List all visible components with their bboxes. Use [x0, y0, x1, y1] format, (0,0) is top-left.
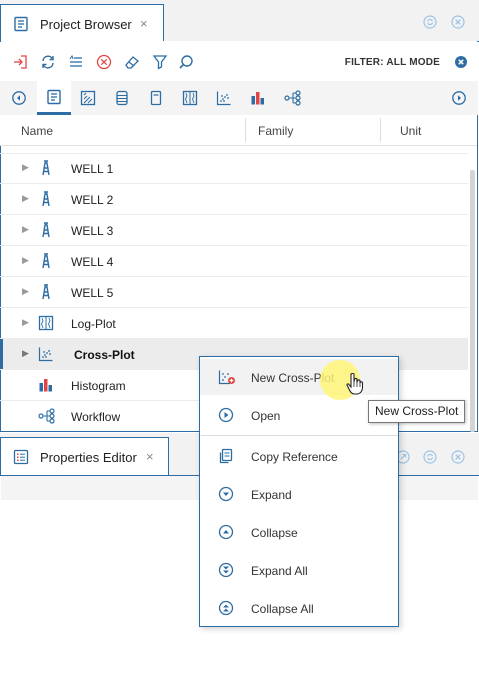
tree-row-well-2[interactable]: ▶ WELL 2 [0, 184, 468, 215]
scroll-left-icon[interactable] [9, 88, 29, 108]
context-menu: New Cross-Plot Open Copy Reference Expan… [199, 356, 399, 627]
tree-item-label: WELL 3 [71, 224, 114, 238]
well-icon [38, 222, 54, 238]
workflow-icon[interactable] [283, 88, 303, 108]
tab-title: Project Browser [40, 17, 132, 32]
menu-item-label: Collapse All [251, 602, 314, 616]
refresh-icon[interactable] [423, 15, 437, 32]
refresh-icon[interactable] [423, 450, 437, 467]
menu-item-expand-all[interactable]: Expand All [200, 552, 398, 588]
histogram-icon [38, 377, 54, 393]
menu-item-new-cross-plot[interactable]: New Cross-Plot [200, 359, 398, 395]
search-icon[interactable] [176, 52, 196, 72]
menu-item-label: Open [251, 409, 281, 423]
copy-icon [218, 448, 234, 464]
tooltip: New Cross-Plot [368, 400, 466, 423]
tree-item-label: Cross-Plot [74, 348, 135, 362]
well-icon [38, 284, 54, 300]
panel-close-icon[interactable] [451, 15, 465, 32]
close-icon[interactable]: × [146, 449, 154, 464]
expand-arrow-icon[interactable]: ▶ [22, 348, 29, 359]
column-header: Name Family Unit [0, 115, 477, 146]
tree-row-well-4[interactable]: ▶ WELL 4 [0, 246, 468, 277]
hand-cursor-icon [345, 372, 365, 399]
tree-item-label: Log-Plot [71, 317, 116, 331]
grid-view-icon[interactable] [78, 88, 98, 108]
document-icon [44, 87, 64, 107]
tree-row-log-plot[interactable]: ▶ Log-Plot [0, 308, 468, 339]
tree-item-label: Histogram [71, 379, 126, 393]
filter-mode-label: FILTER: ALL MODE [344, 57, 440, 68]
filter-icon[interactable] [150, 52, 170, 72]
cross-plot-icon[interactable] [214, 88, 234, 108]
sync-icon[interactable] [38, 52, 58, 72]
tree-item-label: WELL 1 [71, 162, 114, 176]
tree-item-label: WELL 4 [71, 255, 114, 269]
column-family[interactable]: Family [258, 124, 293, 138]
well-icon [38, 253, 54, 269]
histogram-icon[interactable] [248, 88, 268, 108]
menu-item-label: Expand All [251, 564, 308, 578]
column-unit[interactable]: Unit [400, 124, 421, 138]
database-icon[interactable] [112, 88, 132, 108]
menu-item-expand[interactable]: Expand [200, 476, 398, 512]
tree-row-well-3[interactable]: ▶ WELL 3 [0, 215, 468, 246]
menu-item-collapse-all[interactable]: Collapse All [200, 590, 398, 626]
card-icon[interactable] [146, 88, 166, 108]
well-icon [38, 160, 54, 176]
action-toolbar: FILTER: ALL MODE [0, 42, 478, 81]
tab-project-browser[interactable]: Project Browser × [0, 4, 164, 42]
collapse-all-icon [218, 600, 234, 616]
well-icon [38, 191, 54, 207]
expand-arrow-icon[interactable]: ▶ [22, 286, 29, 297]
expand-icon [218, 486, 234, 502]
menu-item-label: Expand [251, 488, 292, 502]
open-icon [218, 407, 234, 423]
expand-arrow-icon[interactable]: ▶ [22, 162, 29, 173]
selection-indicator [0, 339, 3, 369]
delete-icon[interactable] [94, 52, 114, 72]
document-icon [13, 16, 29, 35]
tree-row-well-5[interactable]: ▶ WELL 5 [0, 277, 468, 308]
close-icon[interactable]: × [140, 16, 148, 31]
column-divider[interactable] [380, 118, 381, 142]
view-tab-active[interactable] [37, 81, 71, 115]
tree-row-well-1[interactable]: ▶ WELL 1 [0, 153, 468, 184]
expand-arrow-icon[interactable]: ▶ [22, 193, 29, 204]
new-cross-plot-icon [218, 369, 235, 385]
menu-item-label: Copy Reference [251, 450, 338, 464]
panel-close-icon[interactable] [451, 450, 465, 467]
menu-item-copy-reference[interactable]: Copy Reference [200, 438, 398, 474]
import-icon[interactable] [10, 52, 30, 72]
clear-filter-icon[interactable] [451, 52, 471, 72]
workflow-icon [38, 408, 56, 424]
tree-item-label: WELL 5 [71, 286, 114, 300]
menu-separator [201, 435, 398, 436]
collapse-icon [218, 524, 234, 540]
tree-item-label: Workflow [71, 410, 121, 424]
menu-item-label: Collapse [251, 526, 298, 540]
scroll-right-icon[interactable] [449, 88, 469, 108]
tree-item-label: WELL 2 [71, 193, 114, 207]
expand-all-icon [218, 562, 234, 578]
column-name[interactable]: Name [21, 124, 53, 138]
log-plot-icon[interactable] [180, 88, 200, 108]
cross-plot-icon [38, 346, 54, 362]
view-toolbar [0, 81, 478, 115]
expand-arrow-icon[interactable]: ▶ [22, 224, 29, 235]
expand-arrow-icon[interactable]: ▶ [22, 255, 29, 266]
tab-properties-editor[interactable]: Properties Editor × [0, 437, 169, 475]
vertical-scrollbar[interactable] [470, 170, 475, 432]
eraser-icon[interactable] [122, 52, 142, 72]
log-plot-icon [38, 315, 54, 331]
menu-item-collapse[interactable]: Collapse [200, 514, 398, 550]
expand-arrow-icon[interactable]: ▶ [22, 317, 29, 328]
sort-list-icon[interactable] [66, 52, 86, 72]
column-divider[interactable] [245, 118, 246, 142]
tab-title: Properties Editor [40, 450, 137, 465]
list-icon [13, 449, 29, 468]
